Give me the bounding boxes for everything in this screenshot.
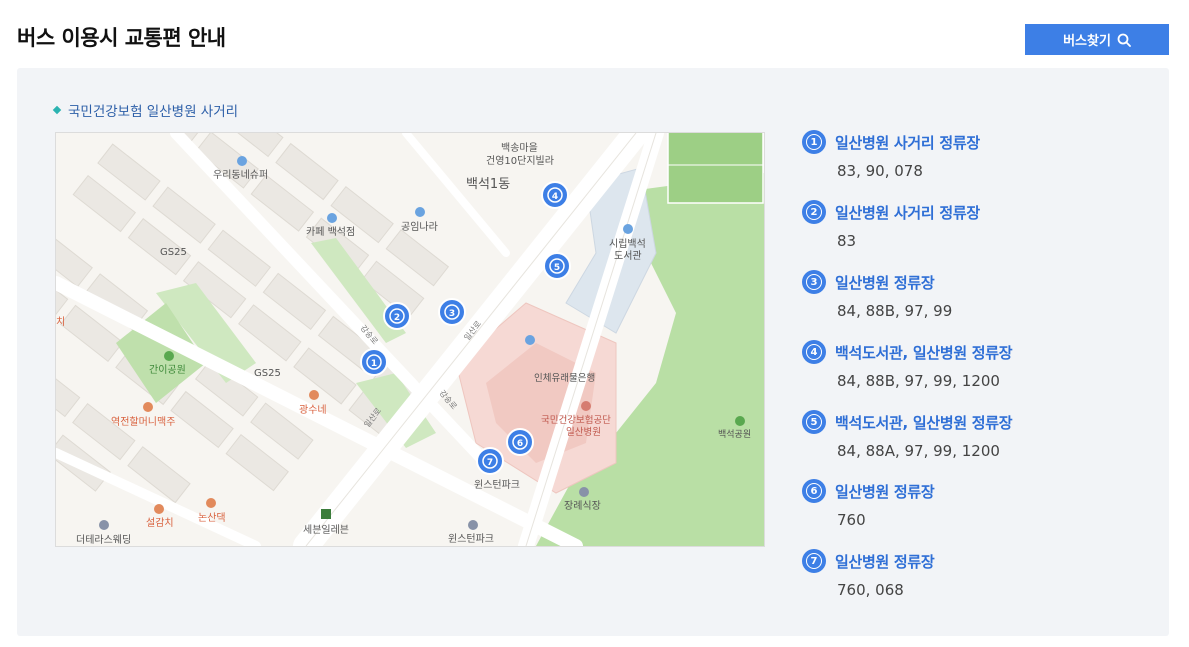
stop-name[interactable]: 백석도서관, 일산병원 정류장 [835,412,1013,433]
map-label-chi: 치 [56,316,65,328]
map-label-library2: 도서관 [614,250,642,262]
map-label-nhis1: 국민건강보험공단 [541,415,611,426]
stop-name[interactable]: 일산병원 정류장 [835,481,935,502]
marker-label-5: 5 [554,263,560,273]
marker-label-3: 3 [449,309,455,319]
bus-stop-marker-7[interactable]: 7 [476,447,504,475]
bus-stop-item-3: 3 일산병원 정류장 84, 88B, 97, 99 [802,270,1132,334]
stop-routes: 84, 88B, 97, 99 [837,302,953,320]
stop-routes: 83, 90, 078 [837,162,923,180]
stop-number-badge: 1 [802,130,826,154]
marker-label-1: 1 [371,359,377,369]
map-label-woori: 우리동네슈퍼 [213,169,268,181]
location-name: 국민건강보험 일산병원 사거리 [68,104,239,120]
bus-stop-marker-2[interactable]: 2 [383,302,411,330]
bus-stop-item-7: 7 일산병원 정류장 760, 068 [802,549,1132,613]
stop-routes: 760, 068 [837,581,904,599]
map-label-nhis2: 일산병원 [566,427,601,438]
search-icon [1117,33,1131,47]
stop-number-badge: 2 [802,200,826,224]
map-label-geonyoung: 건영10단지빌라 [486,155,554,167]
map-label-funeral: 장례식장 [564,500,601,512]
map-label-nonsan: 논산댁 [198,512,226,524]
map-label-cafe: 카페 백석점 [306,226,355,238]
stop-number-badge: 4 [802,340,826,364]
stop-number-badge: 7 [802,549,826,573]
stop-number-badge: 3 [802,270,826,294]
map-label-seolgam: 설감치 [146,517,174,529]
map-label-gwangsu: 광수네 [299,404,327,416]
info-panel: 국민건강보험 일산병원 사거리 백송마을 건영10단지빌라 우리동네슈퍼 카페 … [17,68,1169,636]
map-label-yeokjeon: 역전할머니맥주 [111,416,175,428]
location-heading: 국민건강보험 일산병원 사거리 [52,100,239,120]
stop-name[interactable]: 일산병원 사거리 정류장 [835,132,980,153]
map-label-gs25a: GS25 [160,247,187,258]
bus-stop-item-2: 2 일산병원 사거리 정류장 83 [802,200,1132,264]
map-label-library: 시립백석 [609,237,646,250]
map-label-winston2: 윈스턴파크 [448,533,494,545]
bus-stop-item-6: 6 일산병원 정류장 760 [802,479,1132,543]
stop-number-badge: 6 [802,479,826,503]
stop-name[interactable]: 백석도서관, 일산병원 정류장 [835,342,1013,363]
find-bus-button[interactable]: 버스찾기 [1025,24,1169,55]
map-label-ganipark: 간이공원 [149,364,186,376]
map-view[interactable]: 백송마을 건영10단지빌라 우리동네슈퍼 카페 백석점 공임나라 시립백석 도서… [55,132,765,547]
bus-stop-item-4: 4 백석도서관, 일산병원 정류장 84, 88B, 97, 99, 1200 [802,340,1132,404]
stop-name[interactable]: 일산병원 사거리 정류장 [835,202,980,223]
stop-number-badge: 5 [802,410,826,434]
marker-label-6: 6 [517,439,523,449]
map-label-gongim: 공임나라 [401,220,438,233]
map-label-baekseokpark: 백석공원 [718,429,751,440]
marker-label-2: 2 [394,313,400,323]
map-canvas[interactable]: 백송마을 건영10단지빌라 우리동네슈퍼 카페 백석점 공임나라 시립백석 도서… [56,133,764,546]
marker-label-7: 7 [487,458,493,468]
stop-name[interactable]: 일산병원 정류장 [835,551,935,572]
map-label-bank: 인체유래물은행 [534,372,595,384]
stop-routes: 84, 88A, 97, 99, 1200 [837,442,1000,460]
marker-label-4: 4 [552,192,558,202]
bus-stop-marker-4[interactable]: 4 [541,181,569,209]
stop-routes: 84, 88B, 97, 99, 1200 [837,372,1000,390]
bus-stop-marker-6[interactable]: 6 [506,428,534,456]
map-label-winston: 윈스턴파크 [474,479,520,491]
find-bus-label: 버스찾기 [1063,33,1111,48]
map-label-baekma: 백송마을 [501,142,538,154]
bus-stop-item-5: 5 백석도서관, 일산병원 정류장 84, 88A, 97, 99, 1200 [802,410,1132,474]
bus-stop-item-1: 1 일산병원 사거리 정류장 83, 90, 078 [802,130,1132,194]
stop-routes: 83 [837,232,857,250]
bus-stop-marker-5[interactable]: 5 [543,252,571,280]
bus-stop-marker-3[interactable]: 3 [438,298,466,326]
map-label-seven: 세븐일레븐 [303,524,349,536]
stop-name[interactable]: 일산병원 정류장 [835,272,935,293]
map-label-baekseok1dong: 백석1동 [466,177,510,192]
diamond-bullet-icon [52,105,62,115]
bus-stop-marker-1[interactable]: 1 [360,348,388,376]
page-title: 버스 이용시 교통편 안내 [17,26,226,50]
map-label-wedding: 더테라스웨딩 [76,534,131,546]
stop-routes: 760 [837,511,866,529]
map-label-gs25b: GS25 [254,368,281,379]
